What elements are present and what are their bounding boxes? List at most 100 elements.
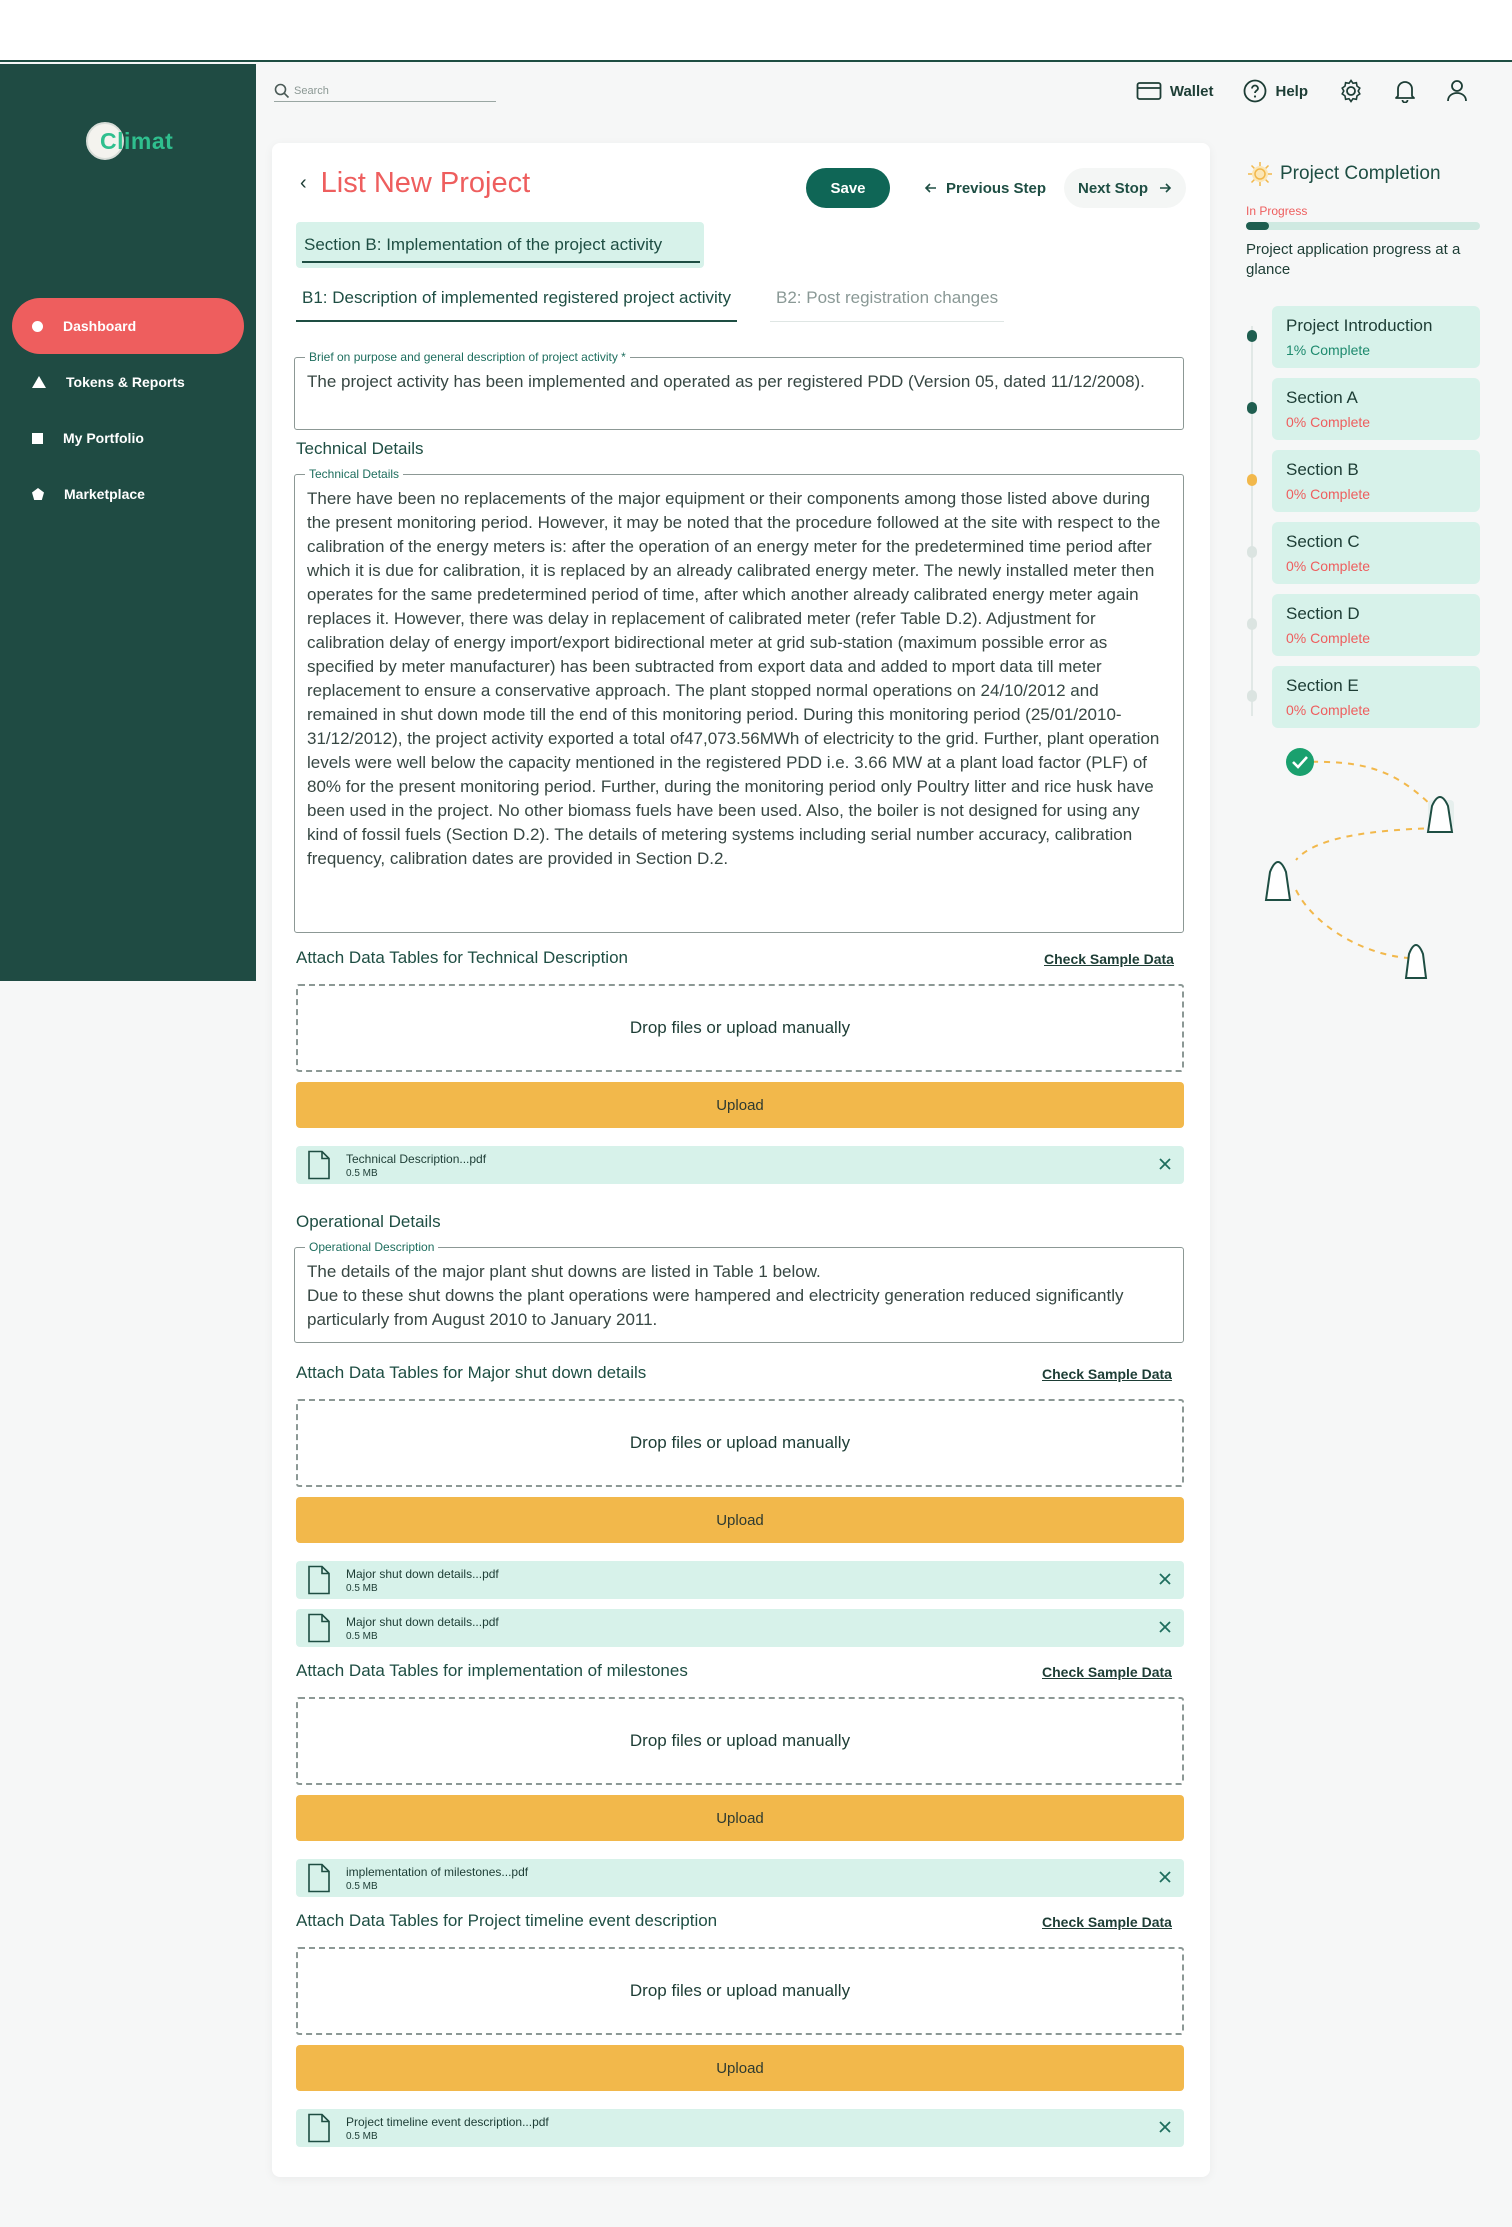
next-step-label: Next Stop [1077,179,1148,197]
section-title: Section B: Implementation of the project… [304,235,663,254]
section-header: Section B: Implementation of the project… [296,222,704,268]
file-chip: Major shut down details...pdf 0.5 MB [296,1561,1184,1599]
completion-step[interactable]: Section C 0% Complete [1272,522,1480,584]
file-chip: Technical Description...pdf 0.5 MB [296,1146,1184,1184]
operational-details-heading: Operational Details [296,1212,441,1231]
operational-description-legend: Operational Description [309,1240,435,1254]
completion-step[interactable]: Project Introduction 1% Complete [1272,306,1480,368]
completion-step[interactable]: Section B 0% Complete [1272,450,1480,512]
brief-description-text: The project activity has been implemente… [307,372,1145,391]
illustration-dashed-path [1295,760,1437,960]
technical-details-legend: Technical Details [309,467,400,481]
search-input[interactable]: Search [274,80,496,102]
page-title-row: ‹ List New Project [300,167,530,200]
sidebar: Climat Dashboard Tokens & Reports My Por… [0,64,256,981]
close-icon[interactable] [1156,1618,1174,1636]
close-icon[interactable] [1156,1570,1174,1588]
help-button[interactable]: Help [1243,79,1308,103]
completion-progress-bar [1246,222,1480,230]
close-icon[interactable] [1156,1155,1174,1173]
attach-title-technical: Attach Data Tables for Technical Descrip… [296,948,628,967]
logo[interactable]: Climat [84,120,204,164]
step-progress: 0% Complete [1286,414,1371,430]
sidebar-item-marketplace[interactable]: Marketplace [12,466,244,522]
completion-step[interactable]: Section A 0% Complete [1272,378,1480,440]
arrow-left-icon [924,183,936,193]
operational-description-field[interactable]: Operational Description The details of t… [294,1240,1184,1343]
upload-button[interactable]: Upload [296,2045,1184,2091]
tab-b2[interactable]: B2: Post registration changes [770,288,1005,322]
file-dropzone[interactable]: Drop files or upload manually [296,1697,1184,1785]
technical-details-field[interactable]: Technical Details There have been no rep… [294,467,1184,933]
file-size: 0.5 MB [346,2130,378,2142]
timeline-dot [1247,546,1257,558]
check-sample-data-link[interactable]: Check Sample Data [1044,951,1174,967]
completion-steps: Project Introduction 1% Complete Section A… [1246,306,1480,746]
step-name: Project Introduction [1286,316,1433,335]
project-completion-panel: Project Completion In Progress Project a… [1246,160,1480,280]
attach-title-milestones: Attach Data Tables for implementation of… [296,1661,688,1680]
sidebar-item-label: Dashboard [63,318,137,334]
file-icon [308,1613,330,1643]
completion-step[interactable]: Section E 0% Complete [1272,666,1480,728]
file-icon [308,1863,330,1893]
timeline-dot [1247,690,1257,702]
check-sample-data-link[interactable]: Check Sample Data [1042,1664,1172,1680]
step-progress: 0% Complete [1286,558,1371,574]
bell-icon[interactable] [1394,79,1416,103]
dot-icon [32,320,43,332]
file-name: Project timeline event description...pdf [346,2114,549,2129]
file-icon [308,1150,330,1180]
wallet-button[interactable]: Wallet [1136,81,1213,101]
completion-progress-fill [1246,222,1270,230]
upload-button[interactable]: Upload [296,1497,1184,1543]
completion-description: Project application progress at a glance [1246,241,1461,278]
completion-title: Project Completion [1280,163,1441,184]
wallet-icon [1136,82,1162,100]
step-progress: 0% Complete [1286,702,1371,718]
file-chip: Major shut down details...pdf 0.5 MB [296,1609,1184,1647]
user-icon[interactable] [1446,79,1468,103]
file-size: 0.5 MB [346,1582,378,1594]
sidebar-item-label: Tokens & Reports [66,374,185,390]
step-progress: 0% Complete [1286,486,1371,502]
next-step-button[interactable]: Next Stop [1064,168,1186,208]
step-progress: 0% Complete [1286,630,1371,646]
close-icon[interactable] [1156,1868,1174,1886]
file-name: Major shut down details...pdf [346,1566,499,1581]
completion-status: In Progress [1246,204,1308,218]
help-label: Help [1275,82,1308,100]
dropzone-label: Drop files or upload manually [629,1981,851,2000]
upload-button[interactable]: Upload [296,1795,1184,1841]
step-name: Section D [1286,604,1360,623]
save-button[interactable]: Save [806,168,890,208]
check-sample-data-link[interactable]: Check Sample Data [1042,1914,1172,1930]
technical-details-text: There have been no replacements of the m… [307,489,1161,868]
sidebar-item-tokens-reports[interactable]: Tokens & Reports [12,354,244,410]
technical-details-heading: Technical Details [296,439,424,458]
page-title: List New Project [320,167,531,199]
search-placeholder: Search [294,84,329,97]
file-dropzone[interactable]: Drop files or upload manually [296,1399,1184,1487]
help-icon [1244,79,1267,103]
tab-b1[interactable]: B1: Description of implemented registere… [296,288,737,322]
previous-step-button[interactable]: Previous Step [924,168,1046,208]
gear-icon[interactable] [1338,78,1364,104]
close-icon[interactable] [1156,2118,1174,2136]
check-sample-data-link[interactable]: Check Sample Data [1042,1366,1172,1382]
header-actions: Wallet Help [1136,78,1468,104]
file-dropzone[interactable]: Drop files or upload manually [296,1947,1184,2035]
timeline-dot [1247,402,1257,414]
timeline-dot [1247,618,1257,630]
step-name: Section B [1286,460,1359,479]
brief-description-field[interactable]: Brief on purpose and general description… [294,350,1184,430]
sidebar-item-dashboard[interactable]: Dashboard [12,298,244,354]
sidebar-nav: Dashboard Tokens & Reports My Portfolio … [12,298,244,522]
sun-icon [1248,162,1272,186]
file-dropzone[interactable]: Drop files or upload manually [296,984,1184,1072]
completion-step[interactable]: Section D 0% Complete [1272,594,1480,656]
attach-title-timeline: Attach Data Tables for Project timeline … [296,1911,718,1930]
upload-button[interactable]: Upload [296,1082,1184,1128]
sidebar-item-my-portfolio[interactable]: My Portfolio [12,410,244,466]
back-chevron-icon[interactable]: ‹ [300,172,307,195]
